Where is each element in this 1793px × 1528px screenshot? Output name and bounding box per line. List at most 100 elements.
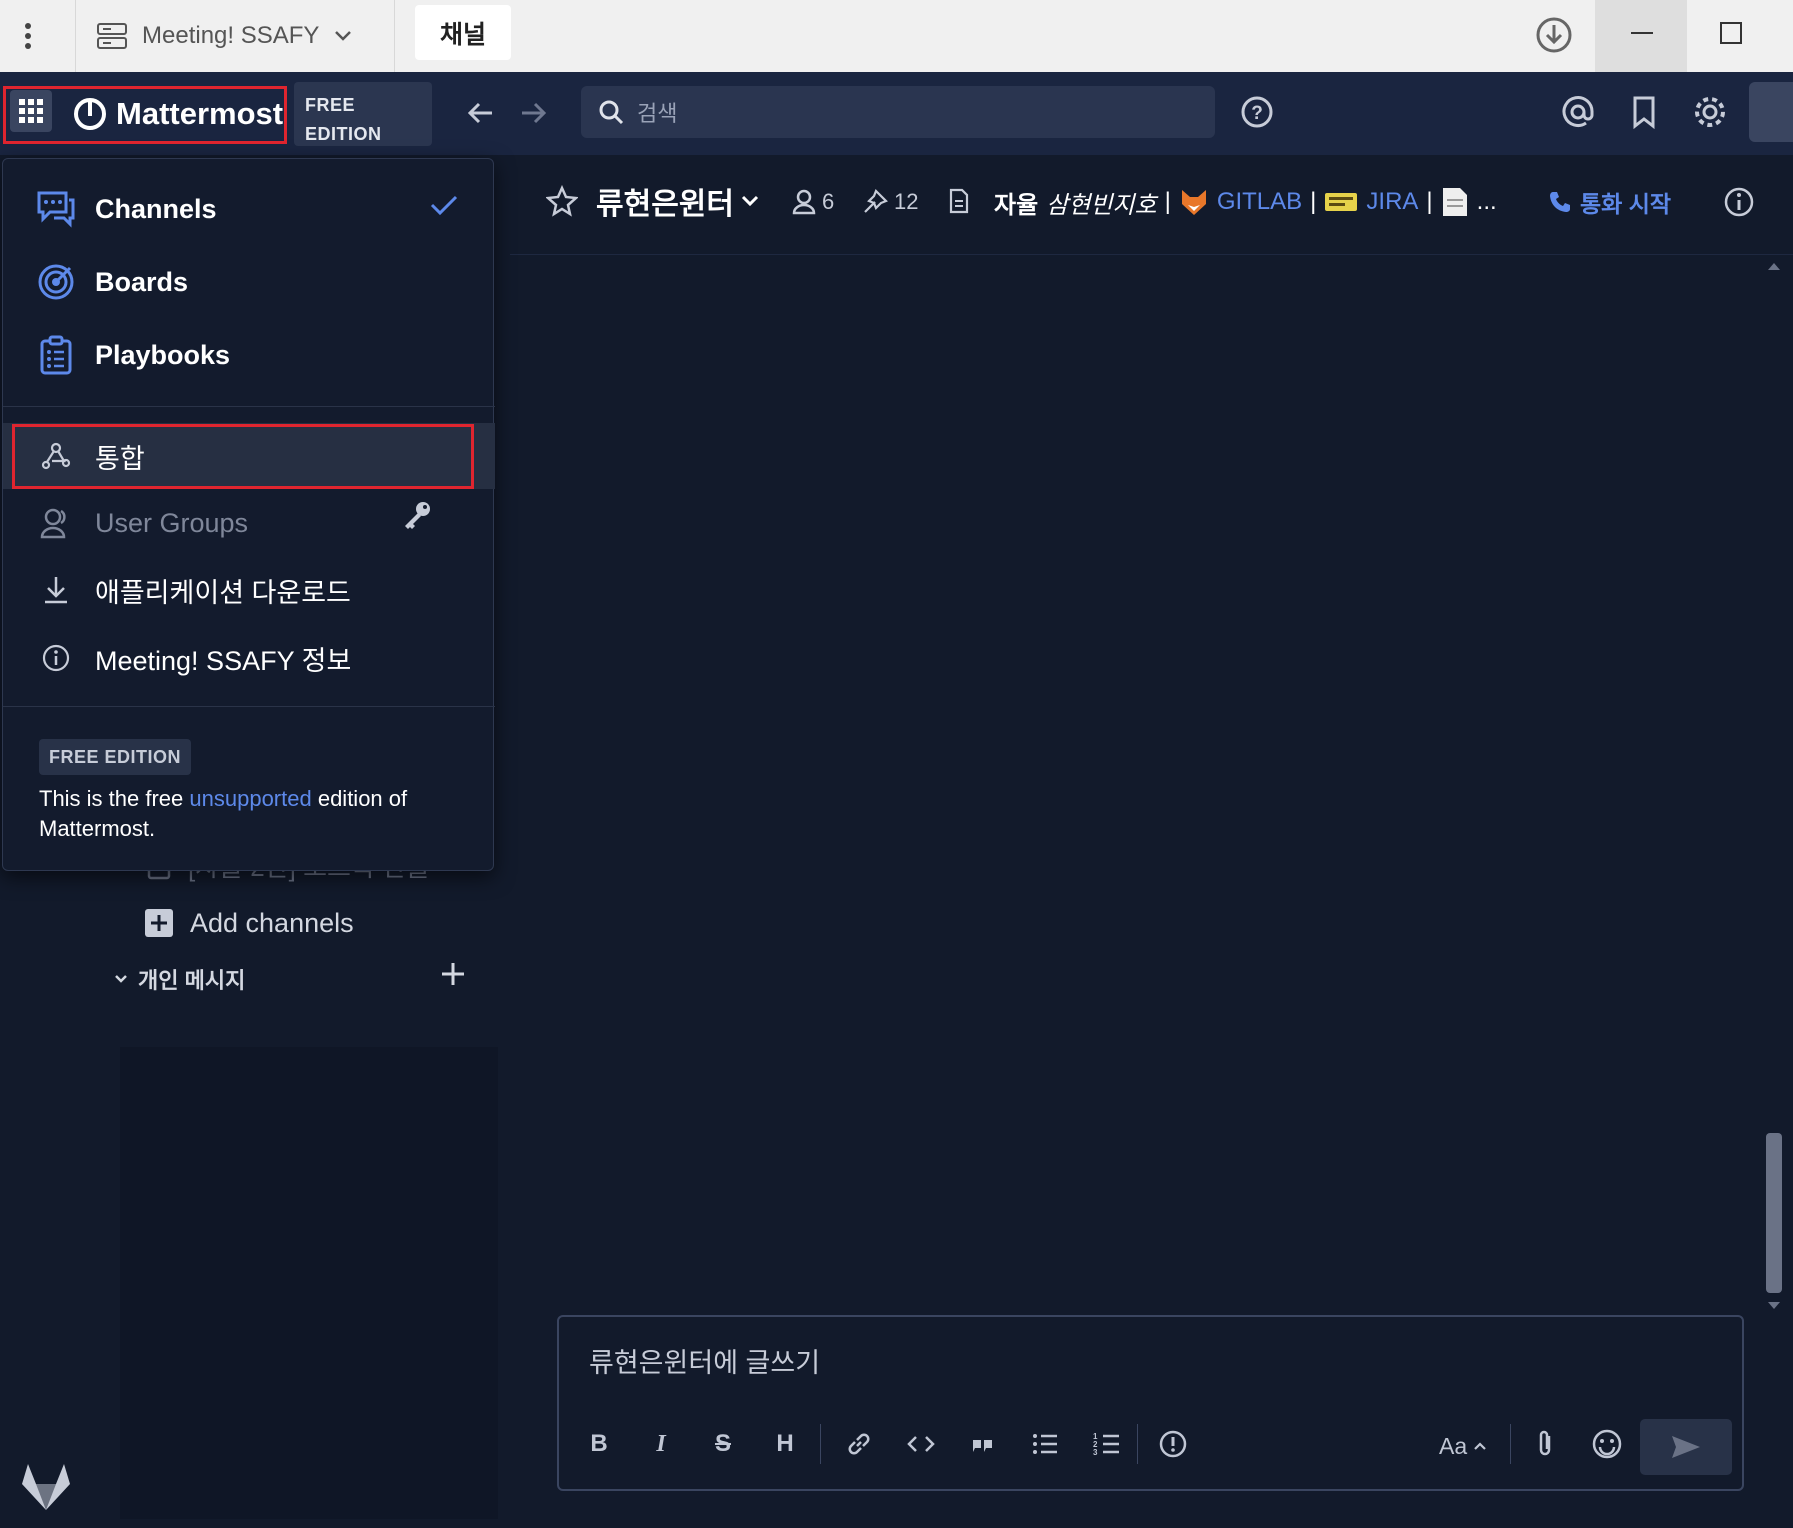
maximize-button[interactable]: [1720, 22, 1742, 44]
scroll-up-arrow[interactable]: [1768, 263, 1780, 270]
member-icon: [792, 189, 816, 215]
plus-box-icon: [144, 908, 174, 938]
menu-item-channels[interactable]: Channels: [3, 177, 495, 241]
attachment-icon[interactable]: [1525, 1424, 1565, 1464]
fox-emoji-icon: [1179, 187, 1209, 217]
header-bold: 자율: [994, 191, 1039, 219]
formatting-toggle[interactable]: Aa: [1439, 1429, 1487, 1463]
send-icon: [1670, 1434, 1702, 1460]
search-placeholder: 검색: [637, 101, 678, 126]
key-icon: [401, 499, 433, 531]
strikethrough-icon[interactable]: S: [703, 1424, 743, 1464]
chevron-up-icon: [1473, 1441, 1487, 1451]
start-call-label: 통화 시작: [1580, 191, 1672, 217]
notice-text: edition of: [311, 786, 408, 811]
chevron-down-icon: [740, 194, 760, 208]
divider: [75, 0, 76, 72]
menu-item-label: Boards: [95, 266, 189, 297]
user-groups-icon: [35, 502, 77, 544]
message-input[interactable]: 류현은윈터에 글쓰기: [589, 1341, 820, 1380]
divider: [1510, 1424, 1511, 1464]
format-label: Aa: [1439, 1432, 1468, 1459]
file-icon[interactable]: [948, 188, 970, 214]
channel-header-text: 자율 삼현빈지호 | GITLAB | JIRA | ...: [994, 183, 1497, 221]
svg-text:?: ?: [1251, 103, 1263, 124]
channel-info-icon[interactable]: [1722, 185, 1756, 219]
search-input[interactable]: 검색: [581, 86, 1215, 138]
italic-icon[interactable]: I: [641, 1424, 681, 1464]
menu-item-label: User Groups: [95, 507, 249, 538]
back-arrow-icon[interactable]: [462, 94, 500, 132]
gitlab-link[interactable]: GITLAB: [1217, 188, 1302, 216]
download-icon[interactable]: [1533, 14, 1575, 56]
quote-icon[interactable]: [963, 1424, 1003, 1464]
menu-divider: [3, 406, 495, 407]
scrollbar-thumb[interactable]: [1766, 1133, 1782, 1293]
avatar[interactable]: [1749, 82, 1793, 142]
gear-icon[interactable]: [1690, 92, 1730, 132]
header-separator: |: [1164, 188, 1171, 215]
channel-title: 류현은윈터: [596, 188, 734, 221]
star-icon[interactable]: [546, 185, 578, 217]
send-button[interactable]: [1640, 1419, 1732, 1475]
heading-icon[interactable]: H: [765, 1424, 805, 1464]
menu-item-label: Playbooks: [95, 339, 231, 370]
menu-item-about[interactable]: Meeting! SSAFY 정보: [3, 626, 495, 690]
menu-divider: [3, 706, 495, 707]
gitlab-icon[interactable]: [18, 1460, 74, 1514]
divider: [820, 1424, 821, 1464]
highlight-box: [12, 424, 474, 489]
channel-name-dropdown[interactable]: 류현은윈터: [596, 181, 760, 221]
menu-item-label: Channels: [95, 193, 217, 224]
menu-item-download-apps[interactable]: 애플리케이션 다운로드: [3, 558, 495, 622]
code-icon[interactable]: [901, 1424, 941, 1464]
pinned-count-button[interactable]: 12: [862, 185, 918, 219]
divider: [1137, 1424, 1138, 1464]
chevron-down-icon: [114, 974, 128, 984]
start-call-button[interactable]: 통화 시작: [1548, 185, 1671, 219]
dm-list: [120, 1047, 498, 1519]
help-icon[interactable]: ?: [1237, 92, 1277, 132]
menu-item-boards[interactable]: Boards: [3, 250, 495, 314]
unsupported-link[interactable]: unsupported: [189, 786, 311, 811]
scroll-down-arrow[interactable]: [1768, 1302, 1780, 1309]
info-icon: [35, 637, 77, 679]
dm-section-label: 개인 메시지: [138, 968, 246, 993]
highlight-box: [3, 86, 287, 144]
tab-channels[interactable]: 채널: [415, 5, 511, 60]
bold-icon[interactable]: B: [579, 1424, 619, 1464]
server-selector[interactable]: Meeting! SSAFY: [96, 14, 353, 58]
member-count-button[interactable]: 6: [792, 185, 834, 219]
chevron-down-icon: [333, 29, 353, 43]
header-separator: |: [1310, 188, 1317, 215]
menu-item-playbooks[interactable]: Playbooks: [3, 323, 495, 387]
emoji-icon[interactable]: [1587, 1424, 1627, 1464]
download-icon: [35, 569, 77, 611]
jira-link[interactable]: JIRA: [1366, 188, 1418, 216]
more-options-icon[interactable]: [14, 18, 42, 54]
numbered-list-icon[interactable]: 123: [1087, 1424, 1127, 1464]
bookmark-icon[interactable]: [1624, 92, 1664, 132]
menu-item-label: Meeting! SSAFY 정보: [95, 645, 352, 676]
free-edition-badge: FREE EDITION: [39, 739, 192, 775]
ticket-emoji-icon: [1324, 191, 1358, 213]
notice-text: Mattermost.: [39, 816, 156, 841]
add-dm-icon[interactable]: [440, 961, 466, 987]
edition-notice: This is the free unsupported edition of …: [39, 784, 469, 844]
server-icon: [96, 22, 128, 50]
header-separator: |: [1426, 188, 1433, 215]
playbooks-icon: [35, 334, 77, 376]
priority-icon[interactable]: [1153, 1424, 1193, 1464]
edition-line-2: EDITION: [305, 124, 382, 144]
message-composer: 류현은윈터에 글쓰기 B I S H 123 Aa: [557, 1315, 1744, 1491]
link-icon[interactable]: [839, 1424, 879, 1464]
add-channels-button[interactable]: Add channels: [106, 895, 510, 951]
add-channels-label: Add channels: [190, 907, 354, 938]
mentions-icon[interactable]: [1558, 92, 1598, 132]
minimize-button[interactable]: [1595, 0, 1687, 72]
document-emoji-icon: [1441, 186, 1469, 218]
pin-icon: [862, 189, 888, 215]
bulleted-list-icon[interactable]: [1025, 1424, 1065, 1464]
forward-arrow-icon[interactable]: [514, 94, 552, 132]
svg-text:3: 3: [1093, 1448, 1098, 1457]
